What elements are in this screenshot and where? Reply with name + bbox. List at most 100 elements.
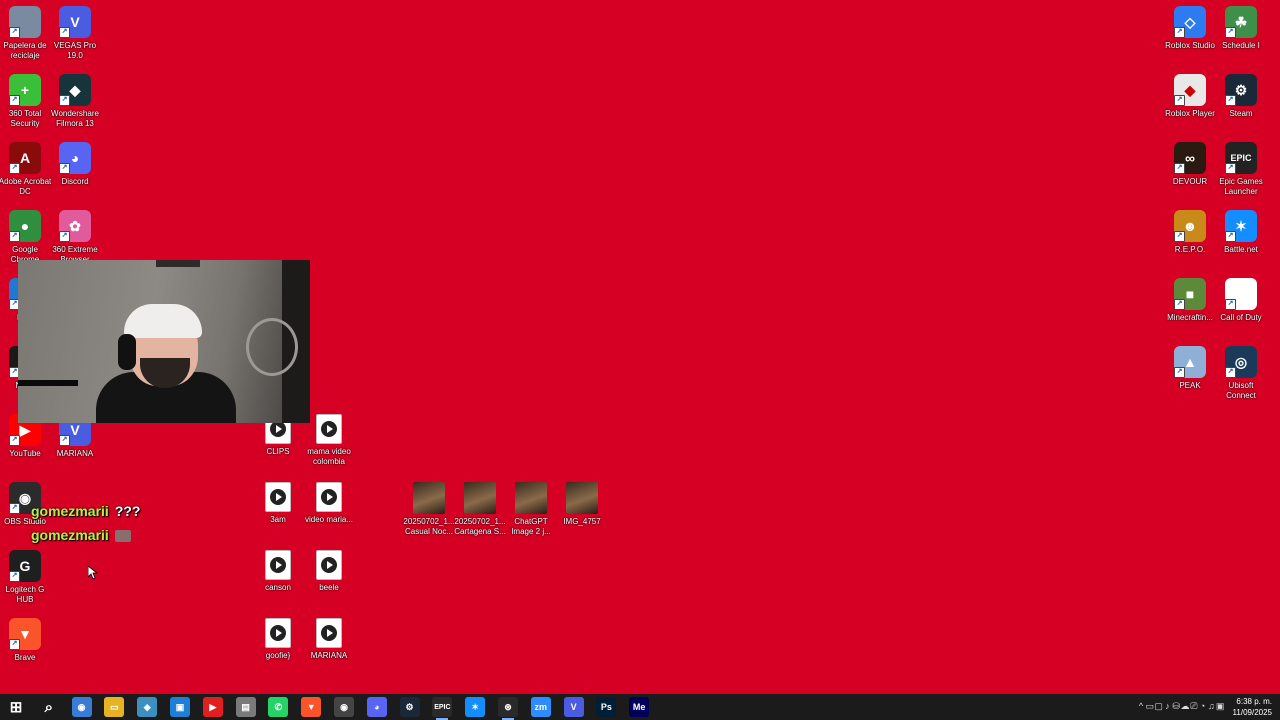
desktop-icon-label: 20250702_1... Casual Noc...	[403, 517, 455, 536]
epic-icon: EPIC	[434, 703, 451, 711]
desktop-icon[interactable]: ⚙ ↗ Steam	[1213, 74, 1269, 119]
desktop-icon-label: MARIANA	[56, 449, 94, 458]
photoshop-button[interactable]: Ps	[596, 697, 617, 717]
video-file-icon	[265, 618, 291, 648]
video-file-icon	[316, 618, 342, 648]
brave-icon: ▼	[306, 702, 316, 712]
chatgpt-icon: ⊛	[504, 701, 512, 712]
video-file-icon	[316, 414, 342, 444]
desktop-icon-label: Ubisoft Connect	[1226, 381, 1256, 400]
chat-user: gomezmarii	[31, 527, 109, 543]
discord-icon: ◕	[374, 702, 380, 712]
desktop-icon[interactable]: ◎ ↗ Ubisoft Connect	[1213, 346, 1269, 401]
desktop-icon-label: Wondershare Filmora 13	[51, 109, 99, 128]
start-button[interactable]: ⊞	[6, 697, 26, 717]
recycle-bin-icon: ↗	[9, 6, 41, 38]
360-security-icon: + ↗	[9, 74, 41, 106]
image-file-icon	[515, 482, 547, 514]
desktop-icon[interactable]: video maria...	[301, 482, 357, 525]
desktop-icon[interactable]: goofie}	[250, 618, 306, 661]
clock[interactable]: 6:38 p. m. 11/09/2025	[1222, 696, 1272, 718]
copilot-button[interactable]: ◉	[71, 697, 92, 717]
steam-icon: ⚙ ↗	[1225, 74, 1257, 106]
obs-button[interactable]: ◉	[334, 697, 354, 717]
desktop-icon[interactable]: ◇ ↗ Roblox Studio	[1162, 6, 1218, 51]
brave-icon: ▼ ↗	[9, 618, 41, 650]
file-explorer-button[interactable]: ▭	[104, 697, 125, 717]
image-file-icon	[413, 482, 445, 514]
battlenet-icon: ✶ ↗	[1225, 210, 1257, 242]
desktop-icon[interactable]: ✿↗360 Extreme Browser	[47, 210, 103, 265]
desktop-icon[interactable]: 3am	[250, 482, 306, 525]
desktop-icon[interactable]: 20250702_1... Cartagena S...	[452, 482, 508, 537]
desktop-icon[interactable]: ChatGPT Image 2 j...	[503, 482, 559, 537]
app-2-button[interactable]: ▤	[235, 697, 256, 717]
ubisoft-icon: ◎ ↗	[1225, 346, 1257, 378]
desktop-icon[interactable]: ◆ ↗ Wondershare Filmora 13	[47, 74, 103, 129]
discord-button[interactable]: ◕	[366, 697, 387, 717]
media-encoder-button[interactable]: Me	[629, 697, 650, 717]
desktop-icon[interactable]: ▲ ↗ PEAK	[1162, 346, 1218, 391]
desktop-icon-label: mama video colombia	[307, 447, 351, 466]
desktop-icon-label: Roblox Player	[1165, 109, 1215, 118]
youtube-icon: ▶	[209, 701, 217, 712]
epic-button[interactable]: EPIC	[432, 697, 453, 720]
desktop-icon-label: 20250702_1... Cartagena S...	[454, 517, 506, 536]
chat-user: gomezmarii	[31, 503, 109, 519]
desktop-icon[interactable]: EPIC ↗ Epic Games Launcher	[1213, 142, 1269, 197]
desktop-icon[interactable]: beele	[301, 550, 357, 593]
store-button[interactable]: ▣	[170, 697, 190, 717]
vegas-button[interactable]: V	[563, 697, 584, 717]
desktop-icon[interactable]: 20250702_1... Casual Noc...	[401, 482, 457, 537]
desktop-icon-label: canson	[265, 583, 291, 592]
desktop: ↗ Papelera de reciclaje V ↗ VEGAS Pro 19.0 + ↗…	[0, 0, 1280, 694]
image-file-icon	[566, 482, 598, 514]
desktop-icon-label: Minecraftin...	[1167, 313, 1213, 322]
zoom-button[interactable]: zm	[530, 697, 551, 717]
desktop-icon[interactable]: ↗ Papelera de reciclaje	[0, 6, 53, 61]
chatgpt-button[interactable]: ⊛	[498, 697, 518, 720]
desktop-icon-label: R.E.P.O.	[1174, 245, 1206, 254]
app-1-button[interactable]: ◈	[137, 697, 158, 717]
copilot-icon: ◉	[77, 701, 86, 712]
desktop-icon[interactable]: ◆ ↗ Roblox Player	[1162, 74, 1218, 119]
brave-button[interactable]: ▼	[301, 697, 322, 717]
store-icon: ▣	[175, 701, 185, 712]
desktop-icon[interactable]: IMG_4757	[554, 482, 610, 527]
chrome-icon: ● ↗	[9, 210, 41, 242]
file-explorer-icon: ▭	[110, 701, 119, 712]
roblox-player-icon: ◆ ↗	[1174, 74, 1206, 106]
desktop-icon[interactable]: A ↗ Adobe Acrobat DC	[0, 142, 53, 197]
desktop-icon[interactable]: + ↗ 360 Total Security	[0, 74, 53, 129]
desktop-icon-label: goofie}	[265, 651, 291, 660]
desktop-icon[interactable]: ✶ ↗ Battle.net	[1213, 210, 1269, 255]
desktop-icon[interactable]: ●↗Google Chrome	[0, 210, 53, 265]
search-button[interactable]: ⌕	[39, 697, 59, 717]
desktop-icon[interactable]: ☻ ↗ R.E.P.O.	[1162, 210, 1218, 255]
desktop-icon[interactable]: ☘ ↗ Schedule I	[1213, 6, 1269, 51]
battlenet-button[interactable]: ✶	[465, 697, 486, 717]
youtube-button[interactable]: ▶	[202, 697, 223, 717]
desktop-icon-label: Brave	[14, 653, 36, 662]
desktop-icon[interactable]: canson	[250, 550, 306, 593]
acrobat-icon: A ↗	[9, 142, 41, 174]
desktop-icon-label: Adobe Acrobat DC	[0, 177, 52, 196]
desktop-icon-label: Discord	[61, 177, 89, 186]
360-browser-icon: ✿ ↗	[59, 210, 91, 242]
desktop-icon-label: beele	[319, 583, 339, 592]
steam-icon: ⚙	[405, 701, 414, 712]
video-file-icon	[265, 482, 291, 512]
steam-button[interactable]: ⚙	[399, 697, 420, 717]
desktop-icon[interactable]: MARIANA	[301, 618, 357, 661]
desktop-icon[interactable]: ∞ ↗ DEVOUR	[1162, 142, 1218, 187]
desktop-icon[interactable]: V ↗ VEGAS Pro 19.0	[47, 6, 103, 61]
desktop-icon[interactable]: ◕ ↗ Discord	[47, 142, 103, 187]
start-icon: ⊞	[9, 699, 23, 716]
desktop-icon[interactable]: ■ ↗ Minecraftin...	[1162, 278, 1218, 323]
whatsapp-button[interactable]: ✆	[268, 697, 289, 717]
desktop-icon[interactable]: ↗ Call of Duty	[1213, 278, 1269, 323]
desktop-icon[interactable]: G ↗ Logitech G HUB	[0, 550, 53, 605]
schedule-icon: ☘ ↗	[1225, 6, 1257, 38]
desktop-icon-label: VEGAS Pro 19.0	[53, 41, 97, 60]
desktop-icon[interactable]: ▼ ↗ Brave	[0, 618, 53, 663]
